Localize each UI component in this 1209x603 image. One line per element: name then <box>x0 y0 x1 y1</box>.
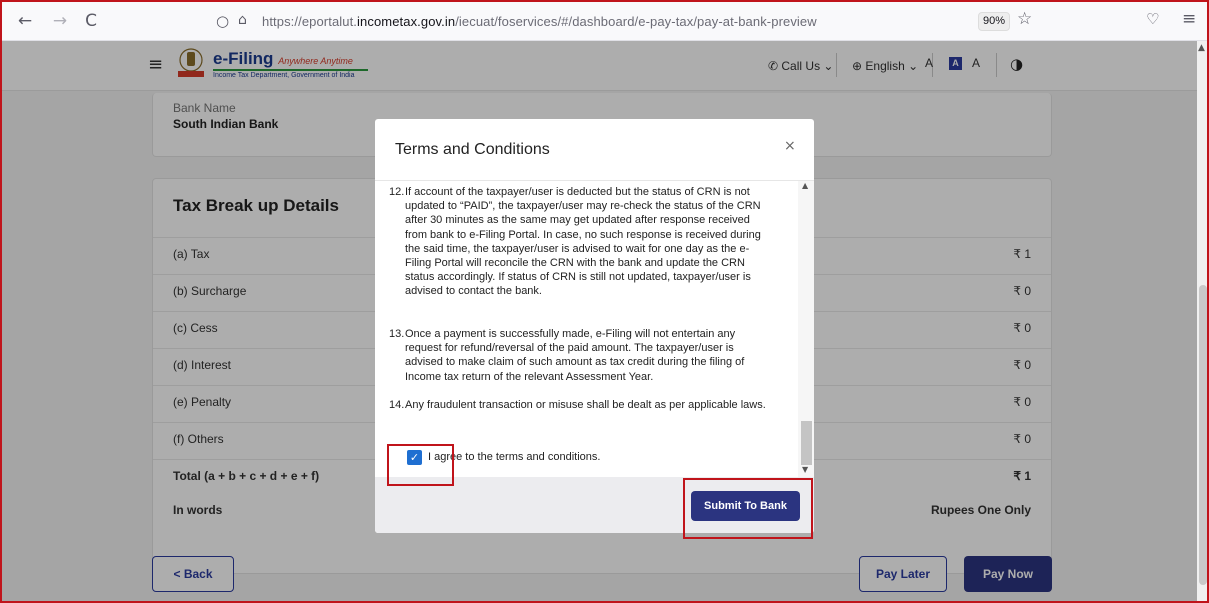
forward-arrow-icon[interactable]: → <box>49 10 71 32</box>
scrollbar-thumb[interactable] <box>1199 285 1207 585</box>
term-item: 12. If account of the taxpayer/user is d… <box>389 185 773 299</box>
scroll-down-icon[interactable]: ▼ <box>802 465 808 474</box>
url-domain: incometax.gov.in <box>357 14 456 29</box>
submit-highlight <box>683 478 813 539</box>
terms-scroll-area[interactable]: 12. If account of the taxpayer/user is d… <box>375 181 814 477</box>
reload-icon[interactable]: C <box>80 10 102 32</box>
dialog-title: Terms and Conditions <box>395 141 550 158</box>
browser-toolbar: ← → C ○ ⌂ https://eportalut.incometax.go… <box>0 0 1209 41</box>
url-prefix: https://eportalut. <box>262 14 358 29</box>
scroll-up-icon[interactable]: ▲ <box>1198 43 1205 53</box>
term-number: 14. <box>389 399 405 411</box>
lock-icon[interactable]: ⌂ <box>238 12 247 28</box>
shield-icon[interactable]: ○ <box>216 12 229 30</box>
address-bar[interactable]: https://eportalut.incometax.gov.in/iecua… <box>262 14 817 29</box>
back-arrow-icon[interactable]: ← <box>14 10 36 32</box>
term-number: 13. <box>389 328 405 340</box>
close-icon[interactable]: × <box>784 138 796 154</box>
url-path: /iecuat/foservices/#/dashboard/e-pay-tax… <box>455 14 817 29</box>
terms-scrollbar[interactable]: ▲ ▼ <box>798 181 814 477</box>
scrollbar-thumb[interactable] <box>801 421 812 465</box>
term-text: Once a payment is successfully made, e-F… <box>405 328 745 383</box>
term-text: If account of the taxpayer/user is deduc… <box>405 186 761 298</box>
term-number: 12. <box>389 186 405 198</box>
term-item: 14. Any fraudulent transaction or misuse… <box>389 398 773 412</box>
bookmark-star-icon[interactable]: ☆ <box>1017 9 1032 29</box>
term-item: 13. Once a payment is successfully made,… <box>389 327 773 384</box>
checkbox-highlight <box>387 444 454 486</box>
scroll-up-icon[interactable]: ▲ <box>802 181 808 190</box>
app-menu-icon[interactable]: ≡ <box>1182 9 1196 29</box>
page-scrollbar[interactable]: ▲ <box>1197 41 1209 603</box>
page-content: ≡ e-Filing Anywhere Anytime Income Tax D… <box>0 41 1197 603</box>
zoom-level[interactable]: 90% <box>978 12 1010 31</box>
pocket-icon[interactable]: ♡ <box>1146 10 1159 28</box>
term-text: Any fraudulent transaction or misuse sha… <box>405 399 766 411</box>
